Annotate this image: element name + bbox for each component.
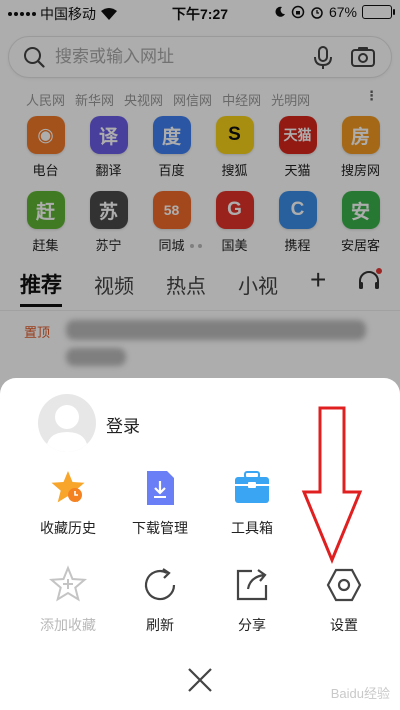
menu-label: 工具箱 <box>231 520 273 536</box>
download-manager-button[interactable]: 下载管理 <box>114 466 206 538</box>
login-button[interactable]: 登录 <box>106 412 140 437</box>
settings-icon <box>322 563 366 607</box>
watermark: Baidu经验 <box>330 686 390 701</box>
share-icon <box>230 563 274 607</box>
default-avatar-icon <box>46 405 88 452</box>
menu-label: 刷新 <box>146 617 174 633</box>
menu-label: 设置 <box>330 617 358 633</box>
menu-label: 收藏历史 <box>40 520 96 536</box>
add-favorite-button[interactable]: 添加收藏 <box>22 563 114 635</box>
add-star-icon <box>46 563 90 607</box>
download-icon <box>138 466 182 510</box>
toolbox-button[interactable]: 工具箱 <box>206 466 298 538</box>
star-clock-icon <box>46 466 90 510</box>
menu-label: 分享 <box>238 617 266 633</box>
close-icon[interactable] <box>186 666 214 694</box>
history-favorites-button[interactable]: 收藏历史 <box>22 466 114 538</box>
menu-row-2: 添加收藏 刷新 分享 设置 <box>0 563 400 635</box>
menu-label: 添加收藏 <box>40 617 96 633</box>
share-button[interactable]: 分享 <box>206 563 298 635</box>
settings-button[interactable]: 设置 <box>298 563 390 635</box>
refresh-button[interactable]: 刷新 <box>114 563 206 635</box>
avatar[interactable] <box>38 394 96 452</box>
menu-label: 下载管理 <box>132 520 188 536</box>
annotation-arrow <box>301 406 363 564</box>
refresh-icon <box>138 563 182 607</box>
toolbox-icon <box>230 466 274 510</box>
